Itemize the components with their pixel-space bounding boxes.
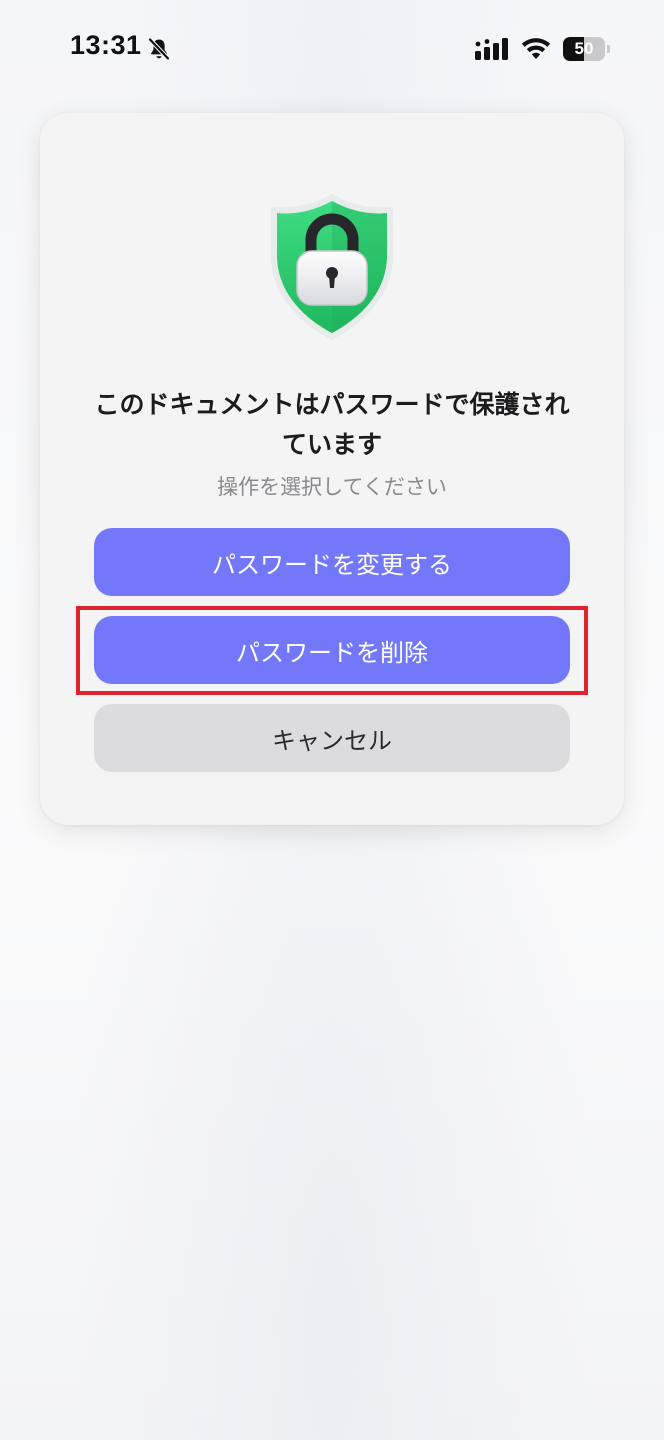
battery-level-text: 50 [574, 39, 594, 58]
highlight-annotation-box [76, 606, 588, 695]
dialog-title: このドキュメントはパスワードで保護されています [94, 390, 570, 459]
battery-indicator: 50 [563, 37, 605, 61]
shield-lock-icon [271, 194, 393, 340]
change-password-button[interactable]: パスワードを変更する [94, 528, 570, 596]
status-bar: 13:31 50 [0, 0, 664, 100]
password-protected-dialog: このドキュメントはパスワードで保護されています 操作を選択してください パスワー… [40, 113, 624, 825]
battery-cap [607, 45, 610, 53]
cancel-button[interactable]: キャンセル [94, 704, 570, 772]
status-time: 13:31 [70, 30, 142, 60]
wifi-icon [521, 38, 551, 59]
cellular-signal-icon [475, 38, 508, 60]
bell-slash-icon [147, 37, 171, 61]
dialog-subtitle: 操作を選択してください [217, 475, 447, 499]
